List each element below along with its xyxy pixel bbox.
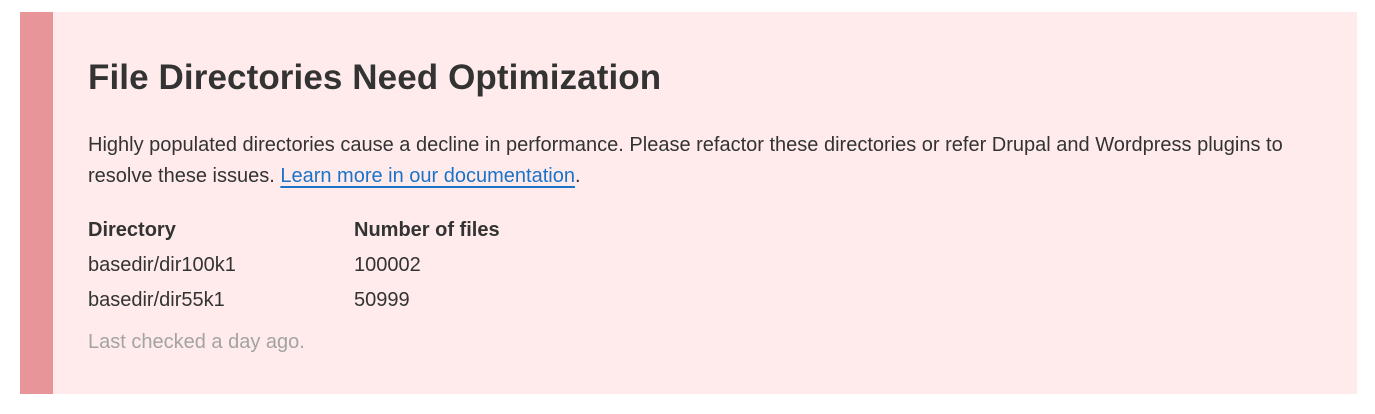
header-number-of-files: Number of files <box>354 219 500 241</box>
notice-description: Highly populated directories cause a dec… <box>88 130 1288 192</box>
directory-table: Directory Number of files basedir/dir100… <box>88 213 614 318</box>
warning-notice: File Directories Need Optimization Highl… <box>20 12 1357 394</box>
description-period: . <box>574 165 581 187</box>
notice-accent-bar <box>20 12 53 394</box>
cell-file-count: 100002 <box>354 254 421 276</box>
header-directory: Directory <box>88 219 176 241</box>
notice-title: File Directories Need Optimization <box>88 58 662 97</box>
cell-directory: basedir/dir100k1 <box>88 254 236 276</box>
documentation-link[interactable]: Learn more in our documentation <box>280 165 575 187</box>
table-row: basedir/dir100k1 100002 <box>88 248 614 283</box>
table-row: basedir/dir55k1 50999 <box>88 283 614 318</box>
cell-file-count: 50999 <box>354 289 410 311</box>
last-checked-text: Last checked a day ago. <box>88 331 305 353</box>
table-header-row: Directory Number of files <box>88 213 614 248</box>
description-text: Highly populated directories cause a dec… <box>88 134 1283 187</box>
cell-directory: basedir/dir55k1 <box>88 289 225 311</box>
